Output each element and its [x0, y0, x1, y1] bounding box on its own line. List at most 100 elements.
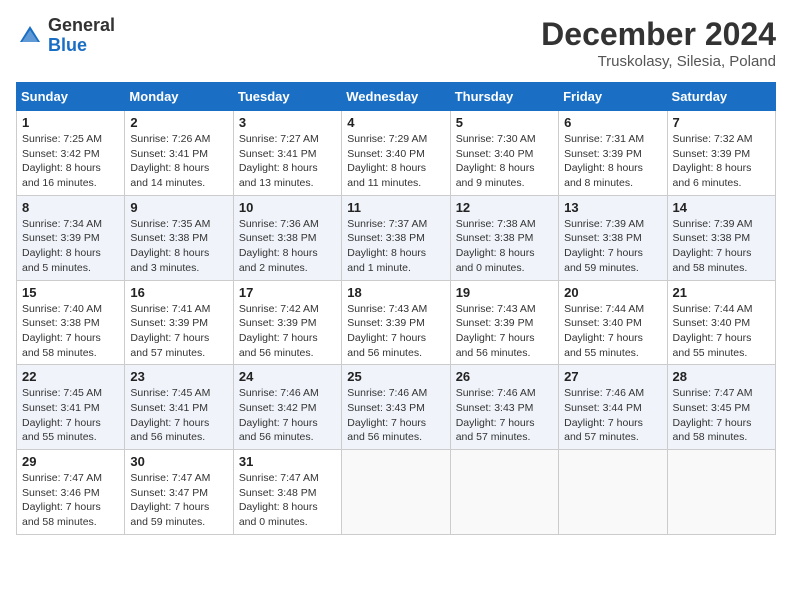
weekday-header: Thursday	[450, 83, 558, 111]
weekday-header: Wednesday	[342, 83, 450, 111]
day-info: Sunrise: 7:47 AMSunset: 3:47 PMDaylight:…	[130, 472, 210, 528]
day-number: 24	[239, 369, 336, 384]
day-number: 13	[564, 200, 661, 215]
day-info: Sunrise: 7:27 AMSunset: 3:41 PMDaylight:…	[239, 133, 319, 189]
day-number: 5	[456, 115, 553, 130]
day-info: Sunrise: 7:44 AMSunset: 3:40 PMDaylight:…	[564, 303, 644, 359]
calendar-week-row: 8 Sunrise: 7:34 AMSunset: 3:39 PMDayligh…	[17, 195, 776, 280]
calendar-cell	[342, 450, 450, 535]
day-number: 21	[673, 285, 770, 300]
logo: General Blue	[16, 16, 115, 56]
day-number: 14	[673, 200, 770, 215]
day-number: 29	[22, 454, 119, 469]
day-number: 18	[347, 285, 444, 300]
calendar-cell: 9 Sunrise: 7:35 AMSunset: 3:38 PMDayligh…	[125, 195, 233, 280]
calendar-cell: 19 Sunrise: 7:43 AMSunset: 3:39 PMDaylig…	[450, 280, 558, 365]
day-number: 1	[22, 115, 119, 130]
day-info: Sunrise: 7:46 AMSunset: 3:43 PMDaylight:…	[347, 387, 427, 443]
logo-general: General	[48, 16, 115, 36]
calendar-cell: 28 Sunrise: 7:47 AMSunset: 3:45 PMDaylig…	[667, 365, 775, 450]
calendar-cell: 7 Sunrise: 7:32 AMSunset: 3:39 PMDayligh…	[667, 111, 775, 196]
title-block: December 2024 Truskolasy, Silesia, Polan…	[541, 16, 776, 70]
weekday-header: Saturday	[667, 83, 775, 111]
day-info: Sunrise: 7:35 AMSunset: 3:38 PMDaylight:…	[130, 218, 210, 274]
calendar-cell: 27 Sunrise: 7:46 AMSunset: 3:44 PMDaylig…	[559, 365, 667, 450]
day-info: Sunrise: 7:39 AMSunset: 3:38 PMDaylight:…	[564, 218, 644, 274]
day-info: Sunrise: 7:25 AMSunset: 3:42 PMDaylight:…	[22, 133, 102, 189]
calendar-cell: 8 Sunrise: 7:34 AMSunset: 3:39 PMDayligh…	[17, 195, 125, 280]
day-info: Sunrise: 7:43 AMSunset: 3:39 PMDaylight:…	[347, 303, 427, 359]
day-number: 22	[22, 369, 119, 384]
calendar-cell: 31 Sunrise: 7:47 AMSunset: 3:48 PMDaylig…	[233, 450, 341, 535]
month-title: December 2024	[541, 16, 776, 53]
calendar-cell	[559, 450, 667, 535]
day-number: 16	[130, 285, 227, 300]
day-info: Sunrise: 7:43 AMSunset: 3:39 PMDaylight:…	[456, 303, 536, 359]
day-info: Sunrise: 7:30 AMSunset: 3:40 PMDaylight:…	[456, 133, 536, 189]
weekday-header: Monday	[125, 83, 233, 111]
day-number: 23	[130, 369, 227, 384]
day-number: 9	[130, 200, 227, 215]
location-title: Truskolasy, Silesia, Poland	[541, 53, 776, 70]
calendar-cell: 25 Sunrise: 7:46 AMSunset: 3:43 PMDaylig…	[342, 365, 450, 450]
day-number: 12	[456, 200, 553, 215]
calendar-cell: 17 Sunrise: 7:42 AMSunset: 3:39 PMDaylig…	[233, 280, 341, 365]
calendar-cell	[450, 450, 558, 535]
day-number: 10	[239, 200, 336, 215]
day-info: Sunrise: 7:38 AMSunset: 3:38 PMDaylight:…	[456, 218, 536, 274]
day-info: Sunrise: 7:41 AMSunset: 3:39 PMDaylight:…	[130, 303, 210, 359]
day-info: Sunrise: 7:45 AMSunset: 3:41 PMDaylight:…	[130, 387, 210, 443]
calendar-week-row: 22 Sunrise: 7:45 AMSunset: 3:41 PMDaylig…	[17, 365, 776, 450]
weekday-header: Tuesday	[233, 83, 341, 111]
day-number: 28	[673, 369, 770, 384]
logo-blue: Blue	[48, 36, 115, 56]
day-info: Sunrise: 7:29 AMSunset: 3:40 PMDaylight:…	[347, 133, 427, 189]
calendar-cell: 13 Sunrise: 7:39 AMSunset: 3:38 PMDaylig…	[559, 195, 667, 280]
calendar-header-row: SundayMondayTuesdayWednesdayThursdayFrid…	[17, 83, 776, 111]
day-number: 6	[564, 115, 661, 130]
calendar-cell: 14 Sunrise: 7:39 AMSunset: 3:38 PMDaylig…	[667, 195, 775, 280]
weekday-header: Sunday	[17, 83, 125, 111]
day-number: 31	[239, 454, 336, 469]
calendar-week-row: 29 Sunrise: 7:47 AMSunset: 3:46 PMDaylig…	[17, 450, 776, 535]
calendar-cell: 12 Sunrise: 7:38 AMSunset: 3:38 PMDaylig…	[450, 195, 558, 280]
calendar-cell: 22 Sunrise: 7:45 AMSunset: 3:41 PMDaylig…	[17, 365, 125, 450]
calendar-cell: 1 Sunrise: 7:25 AMSunset: 3:42 PMDayligh…	[17, 111, 125, 196]
day-number: 3	[239, 115, 336, 130]
day-info: Sunrise: 7:44 AMSunset: 3:40 PMDaylight:…	[673, 303, 753, 359]
weekday-header: Friday	[559, 83, 667, 111]
day-number: 19	[456, 285, 553, 300]
calendar-cell	[667, 450, 775, 535]
day-info: Sunrise: 7:47 AMSunset: 3:45 PMDaylight:…	[673, 387, 753, 443]
calendar-cell: 5 Sunrise: 7:30 AMSunset: 3:40 PMDayligh…	[450, 111, 558, 196]
day-info: Sunrise: 7:46 AMSunset: 3:43 PMDaylight:…	[456, 387, 536, 443]
calendar-cell: 4 Sunrise: 7:29 AMSunset: 3:40 PMDayligh…	[342, 111, 450, 196]
calendar-cell: 18 Sunrise: 7:43 AMSunset: 3:39 PMDaylig…	[342, 280, 450, 365]
day-number: 15	[22, 285, 119, 300]
calendar-week-row: 1 Sunrise: 7:25 AMSunset: 3:42 PMDayligh…	[17, 111, 776, 196]
calendar-cell: 16 Sunrise: 7:41 AMSunset: 3:39 PMDaylig…	[125, 280, 233, 365]
day-number: 8	[22, 200, 119, 215]
page-header: General Blue December 2024 Truskolasy, S…	[16, 16, 776, 70]
day-number: 7	[673, 115, 770, 130]
calendar-cell: 29 Sunrise: 7:47 AMSunset: 3:46 PMDaylig…	[17, 450, 125, 535]
day-number: 20	[564, 285, 661, 300]
day-number: 2	[130, 115, 227, 130]
calendar-table: SundayMondayTuesdayWednesdayThursdayFrid…	[16, 82, 776, 535]
calendar-cell: 15 Sunrise: 7:40 AMSunset: 3:38 PMDaylig…	[17, 280, 125, 365]
day-info: Sunrise: 7:37 AMSunset: 3:38 PMDaylight:…	[347, 218, 427, 274]
day-info: Sunrise: 7:46 AMSunset: 3:44 PMDaylight:…	[564, 387, 644, 443]
calendar-cell: 24 Sunrise: 7:46 AMSunset: 3:42 PMDaylig…	[233, 365, 341, 450]
calendar-cell: 26 Sunrise: 7:46 AMSunset: 3:43 PMDaylig…	[450, 365, 558, 450]
calendar-cell: 23 Sunrise: 7:45 AMSunset: 3:41 PMDaylig…	[125, 365, 233, 450]
logo-icon	[16, 22, 44, 50]
calendar-cell: 10 Sunrise: 7:36 AMSunset: 3:38 PMDaylig…	[233, 195, 341, 280]
day-info: Sunrise: 7:47 AMSunset: 3:48 PMDaylight:…	[239, 472, 319, 528]
day-info: Sunrise: 7:42 AMSunset: 3:39 PMDaylight:…	[239, 303, 319, 359]
day-info: Sunrise: 7:31 AMSunset: 3:39 PMDaylight:…	[564, 133, 644, 189]
day-info: Sunrise: 7:34 AMSunset: 3:39 PMDaylight:…	[22, 218, 102, 274]
calendar-cell: 6 Sunrise: 7:31 AMSunset: 3:39 PMDayligh…	[559, 111, 667, 196]
calendar-cell: 2 Sunrise: 7:26 AMSunset: 3:41 PMDayligh…	[125, 111, 233, 196]
day-number: 4	[347, 115, 444, 130]
day-info: Sunrise: 7:40 AMSunset: 3:38 PMDaylight:…	[22, 303, 102, 359]
